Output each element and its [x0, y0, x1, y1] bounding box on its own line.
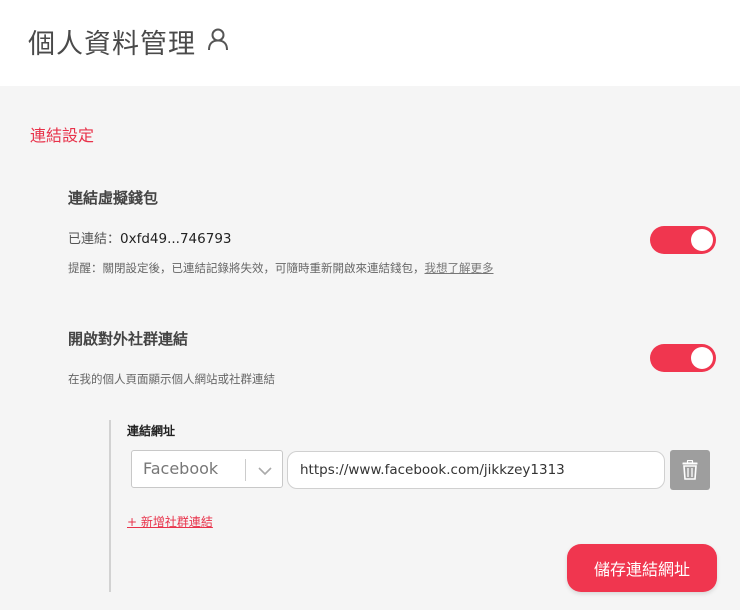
page-header: 個人資料管理 — [0, 0, 740, 86]
wallet-status-label: 已連結： — [68, 232, 121, 247]
save-links-button[interactable]: 儲存連結網址 — [567, 544, 717, 592]
link-url-label: 連結網址 — [127, 424, 176, 438]
add-social-link[interactable]: + 新增社群連結 — [127, 513, 213, 530]
platform-select-value: Facebook — [143, 459, 219, 478]
url-input[interactable] — [287, 451, 665, 489]
wallet-status: 已連結：0xfd49...746793 — [68, 228, 232, 247]
chevron-down-icon — [257, 463, 273, 477]
user-icon — [207, 27, 229, 51]
social-links-description: 在我的個人頁面顯示個人網站或社群連結 — [68, 372, 275, 386]
group-divider-line — [109, 420, 111, 592]
toggle-knob — [691, 347, 713, 369]
wallet-hint: 提醒：關閉設定後，已連結記錄將失效，可隨時重新開啟來連結錢包，我想了解更多 — [68, 260, 494, 276]
wallet-title: 連結虛擬錢包 — [68, 189, 159, 207]
social-links-title: 開啟對外社群連結 — [68, 330, 189, 348]
delete-link-button[interactable] — [670, 450, 710, 490]
toggle-knob — [691, 229, 713, 251]
social-links-toggle[interactable] — [650, 344, 716, 372]
learn-more-link[interactable]: 我想了解更多 — [425, 261, 494, 275]
page-title: 個人資料管理 — [28, 29, 196, 60]
section-title: 連結設定 — [30, 126, 95, 145]
wallet-address: 0xfd49...746793 — [120, 231, 232, 247]
platform-select[interactable]: Facebook — [131, 450, 283, 488]
trash-icon — [682, 460, 698, 480]
wallet-hint-text: 提醒：關閉設定後，已連結記錄將失效，可隨時重新開啟來連結錢包， — [68, 261, 425, 275]
wallet-toggle[interactable] — [650, 226, 716, 254]
select-divider — [245, 459, 246, 481]
